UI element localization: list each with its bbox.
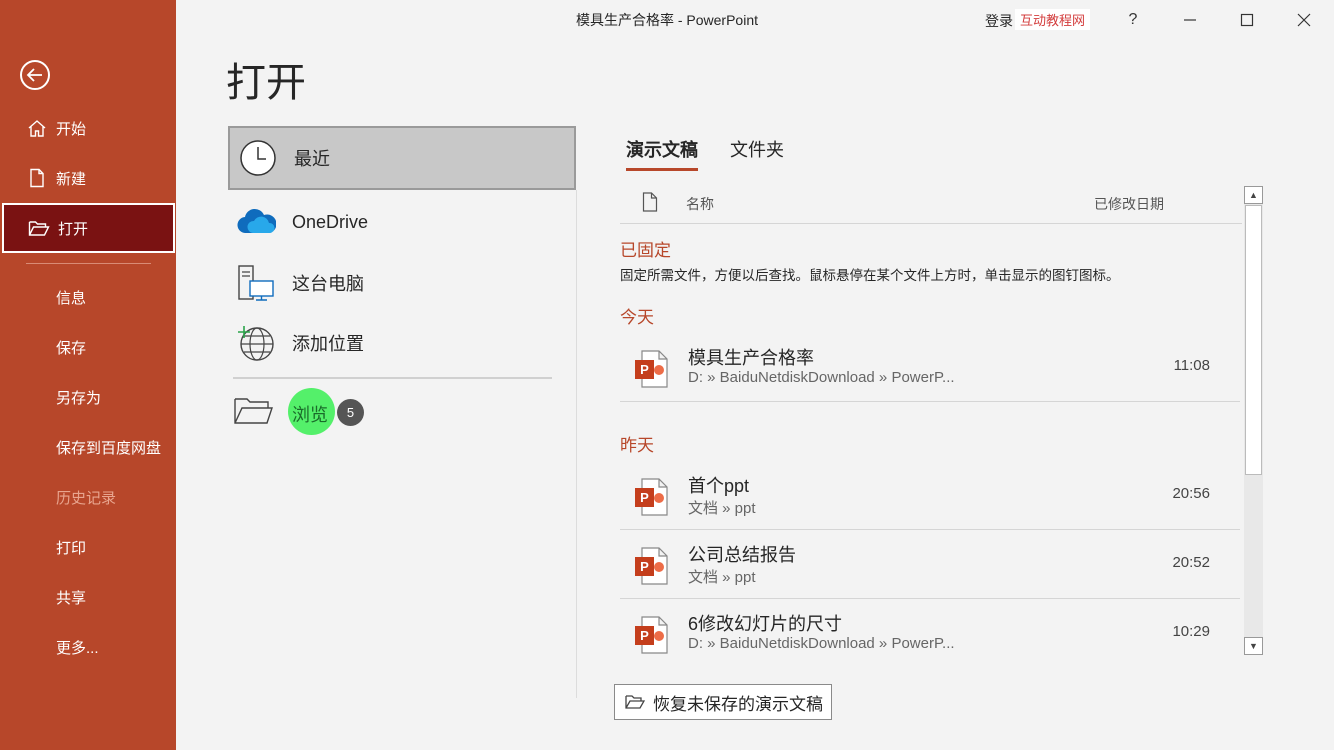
nav-item-label: 共享	[56, 589, 87, 607]
maximize-button[interactable]	[1224, 0, 1270, 40]
group-title-pinned: 已固定	[620, 241, 671, 260]
close-button[interactable]	[1281, 0, 1327, 40]
file-row[interactable]: P 首个ppt 文档 » ppt 20:56	[620, 462, 1240, 530]
file-time: 10:29	[1172, 623, 1210, 640]
scrollbar-thumb[interactable]	[1245, 205, 1262, 475]
location-label: 这台电脑	[292, 274, 364, 294]
column-divider	[576, 190, 577, 698]
file-row[interactable]: P 公司总结报告 文档 » ppt 20:52	[620, 531, 1240, 599]
backstage-sidebar: 开始 新建 打开 信息 保存 另存为 保存到百度网盘 历史记录 打印 共享 更多…	[0, 0, 176, 750]
minimize-button[interactable]	[1167, 0, 1213, 40]
location-add-place[interactable]: 添加位置	[228, 313, 576, 373]
file-name: 6修改幻灯片的尺寸	[688, 614, 843, 634]
svg-text:P: P	[640, 559, 649, 574]
file-type-icon	[642, 192, 658, 217]
recover-unsaved-button[interactable]: 恢复未保存的演示文稿	[614, 684, 832, 720]
file-path: 文档 » ppt	[688, 569, 756, 586]
file-name: 模具生产合格率	[688, 348, 814, 368]
nav-item-more[interactable]: 更多...	[0, 622, 176, 672]
location-this-pc[interactable]: 这台电脑	[228, 253, 576, 313]
location-divider	[233, 377, 552, 379]
location-label: 添加位置	[292, 334, 364, 354]
file-time: 11:08	[1173, 357, 1210, 374]
pptx-file-icon: P	[634, 350, 668, 388]
nav-item-label: 打开	[58, 220, 89, 238]
location-recent[interactable]: 最近	[228, 126, 576, 190]
nav-item-history[interactable]: 历史记录	[0, 472, 176, 522]
add-location-globe-icon	[234, 321, 278, 365]
step-badge: 5	[337, 399, 364, 426]
svg-text:P: P	[640, 490, 649, 505]
nav-item-print[interactable]: 打印	[0, 522, 176, 572]
nav-item-label: 历史记录	[56, 489, 117, 507]
clock-icon	[236, 136, 280, 180]
pptx-file-icon: P	[634, 478, 668, 516]
nav-item-label: 另存为	[56, 389, 102, 407]
recover-button-label: 恢复未保存的演示文稿	[653, 694, 823, 714]
file-name: 首个ppt	[688, 476, 750, 496]
file-row[interactable]: P 6修改幻灯片的尺寸 D: » BaiduNetdiskDownload » …	[620, 600, 1240, 668]
nav-item-info[interactable]: 信息	[0, 272, 176, 322]
maximize-icon	[1240, 13, 1254, 27]
vertical-scrollbar[interactable]: ▲ ▼	[1244, 186, 1263, 655]
nav-item-label: 保存	[56, 339, 87, 357]
nav-item-label: 开始	[56, 120, 87, 138]
nav-item-save-as[interactable]: 另存为	[0, 372, 176, 422]
home-icon	[25, 116, 49, 140]
nav-item-label: 更多...	[56, 639, 99, 657]
close-icon	[1297, 13, 1311, 27]
file-name: 公司总结报告	[688, 545, 796, 565]
browse-folder-icon	[232, 395, 274, 432]
file-path: 文档 » ppt	[688, 500, 756, 517]
tab-presentations[interactable]: 演示文稿	[626, 136, 698, 171]
svg-text:P: P	[640, 628, 649, 643]
help-button[interactable]: ?	[1110, 0, 1156, 40]
nav-item-new[interactable]: 新建	[0, 153, 176, 203]
page-title: 打开	[226, 61, 306, 105]
svg-text:P: P	[640, 362, 649, 377]
help-icon: ?	[1128, 11, 1138, 28]
column-header-date[interactable]: 已修改日期	[1094, 194, 1164, 214]
new-file-icon	[25, 166, 49, 190]
column-header-name[interactable]: 名称	[686, 194, 714, 214]
file-path: D: » BaiduNetdiskDownload » PowerP...	[688, 635, 955, 652]
nav-item-label: 信息	[56, 289, 87, 307]
open-folder-icon	[27, 216, 51, 240]
nav-item-open[interactable]: 打开	[2, 203, 175, 253]
browse-button[interactable]	[232, 388, 274, 438]
browse-label[interactable]: 浏览	[292, 401, 328, 427]
location-onedrive[interactable]: OneDrive	[228, 192, 576, 252]
pinned-description: 固定所需文件，方便以后查找。鼠标悬停在某个文件上方时，单击显示的图钉图标。	[620, 268, 1120, 283]
scroll-up-arrow-icon[interactable]: ▲	[1244, 186, 1263, 204]
nav-item-label: 保存到百度网盘	[56, 439, 162, 457]
onedrive-cloud-icon	[234, 200, 278, 244]
login-link[interactable]: 登录	[985, 11, 1013, 31]
this-pc-icon	[234, 261, 278, 305]
nav-item-share[interactable]: 共享	[0, 572, 176, 622]
pptx-file-icon: P	[634, 547, 668, 585]
watermark-label: 互动教程网	[1015, 9, 1091, 30]
pptx-file-icon: P	[634, 616, 668, 654]
file-time: 20:56	[1172, 485, 1210, 502]
location-label: OneDrive	[292, 211, 369, 232]
nav-item-save[interactable]: 保存	[0, 322, 176, 372]
location-label: 最近	[294, 149, 330, 169]
open-folder-icon	[625, 694, 645, 710]
group-title-yesterday: 昨天	[620, 436, 654, 455]
nav-item-save-to-baidu[interactable]: 保存到百度网盘	[0, 422, 176, 472]
nav-divider	[26, 263, 151, 264]
file-time: 20:52	[1172, 554, 1210, 571]
tab-folders[interactable]: 文件夹	[730, 136, 784, 168]
nav-item-label: 打印	[56, 539, 87, 557]
nav-item-label: 新建	[56, 170, 87, 188]
list-header: 名称 已修改日期	[620, 186, 1242, 224]
group-title-today: 今天	[620, 308, 654, 327]
file-path: D: » BaiduNetdiskDownload » PowerP...	[688, 369, 955, 386]
minimize-icon	[1184, 19, 1196, 21]
scroll-down-arrow-icon[interactable]: ▼	[1244, 637, 1263, 655]
file-row[interactable]: P 模具生产合格率 D: » BaiduNetdiskDownload » Po…	[620, 334, 1240, 402]
nav-item-home[interactable]: 开始	[0, 103, 176, 153]
back-arrow-icon[interactable]	[20, 60, 50, 90]
